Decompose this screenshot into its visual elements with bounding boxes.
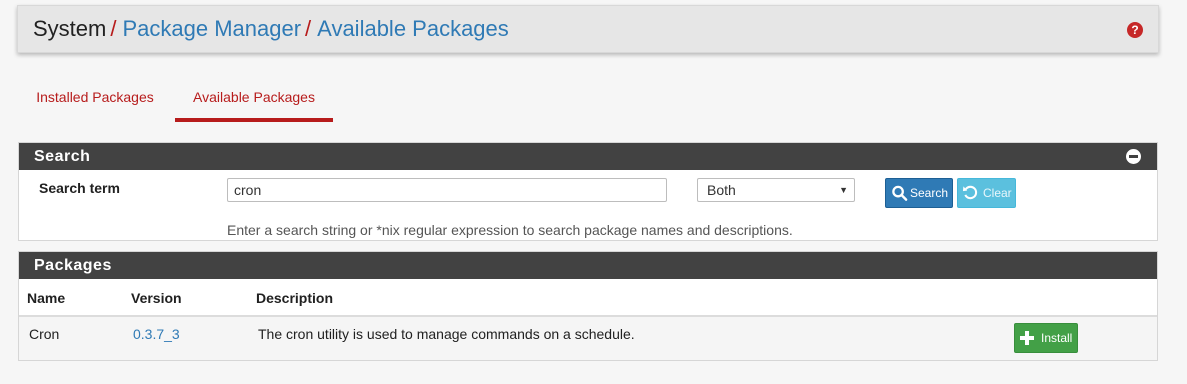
column-header-version[interactable]: Version bbox=[131, 290, 182, 306]
search-term-label: Search term bbox=[39, 180, 120, 196]
package-description: The cron utility is used to manage comma… bbox=[258, 326, 635, 342]
packages-table-header: Name Version Description bbox=[19, 279, 1157, 317]
tab-available-packages[interactable]: Available Packages bbox=[175, 80, 333, 122]
breadcrumb-separator: / bbox=[110, 16, 117, 41]
packages-panel-title: Packages bbox=[34, 257, 112, 274]
search-panel: Search Search term Both ▼ Search Clear E… bbox=[18, 142, 1158, 241]
clear-button-label: Clear bbox=[983, 186, 1012, 200]
question-circle-icon[interactable]: ? bbox=[1127, 22, 1143, 38]
column-header-description[interactable]: Description bbox=[256, 290, 333, 306]
search-hint: Enter a search string or *nix regular ex… bbox=[227, 222, 793, 238]
packages-panel: Packages Name Version Description Cron 0… bbox=[18, 251, 1158, 361]
chevron-down-icon: ▼ bbox=[839, 185, 848, 195]
search-button[interactable]: Search bbox=[885, 178, 953, 208]
package-name: Cron bbox=[29, 326, 60, 342]
breadcrumb-separator: / bbox=[305, 16, 312, 41]
search-panel-header: Search bbox=[19, 143, 1157, 170]
breadcrumb-package-manager[interactable]: Package Manager bbox=[122, 16, 301, 41]
clear-button[interactable]: Clear bbox=[957, 178, 1016, 208]
breadcrumb-system: System bbox=[33, 16, 107, 41]
column-header-name[interactable]: Name bbox=[27, 290, 65, 306]
undo-icon bbox=[962, 185, 978, 200]
plus-icon bbox=[1020, 331, 1034, 345]
install-button-label: Install bbox=[1041, 331, 1073, 345]
breadcrumb-available-packages[interactable]: Available Packages bbox=[317, 16, 509, 41]
table-row: Cron 0.3.7_3 The cron utility is used to… bbox=[19, 317, 1157, 360]
search-where-select[interactable]: Both ▼ bbox=[697, 178, 855, 202]
package-version-link[interactable]: 0.3.7_3 bbox=[133, 326, 180, 342]
search-where-selected: Both bbox=[707, 182, 736, 198]
breadcrumb-bar: System / Package Manager / Available Package… bbox=[17, 5, 1159, 53]
minus-circle-icon[interactable] bbox=[1126, 149, 1141, 164]
packages-panel-header: Packages bbox=[19, 252, 1157, 279]
search-icon bbox=[892, 185, 908, 201]
search-button-label: Search bbox=[910, 186, 949, 200]
search-panel-title: Search bbox=[34, 148, 91, 165]
tab-installed-packages[interactable]: Installed Packages bbox=[18, 80, 172, 122]
search-term-input[interactable] bbox=[227, 178, 667, 202]
breadcrumb: System / Package Manager / Available Package… bbox=[33, 16, 509, 42]
install-button[interactable]: Install bbox=[1014, 323, 1078, 353]
